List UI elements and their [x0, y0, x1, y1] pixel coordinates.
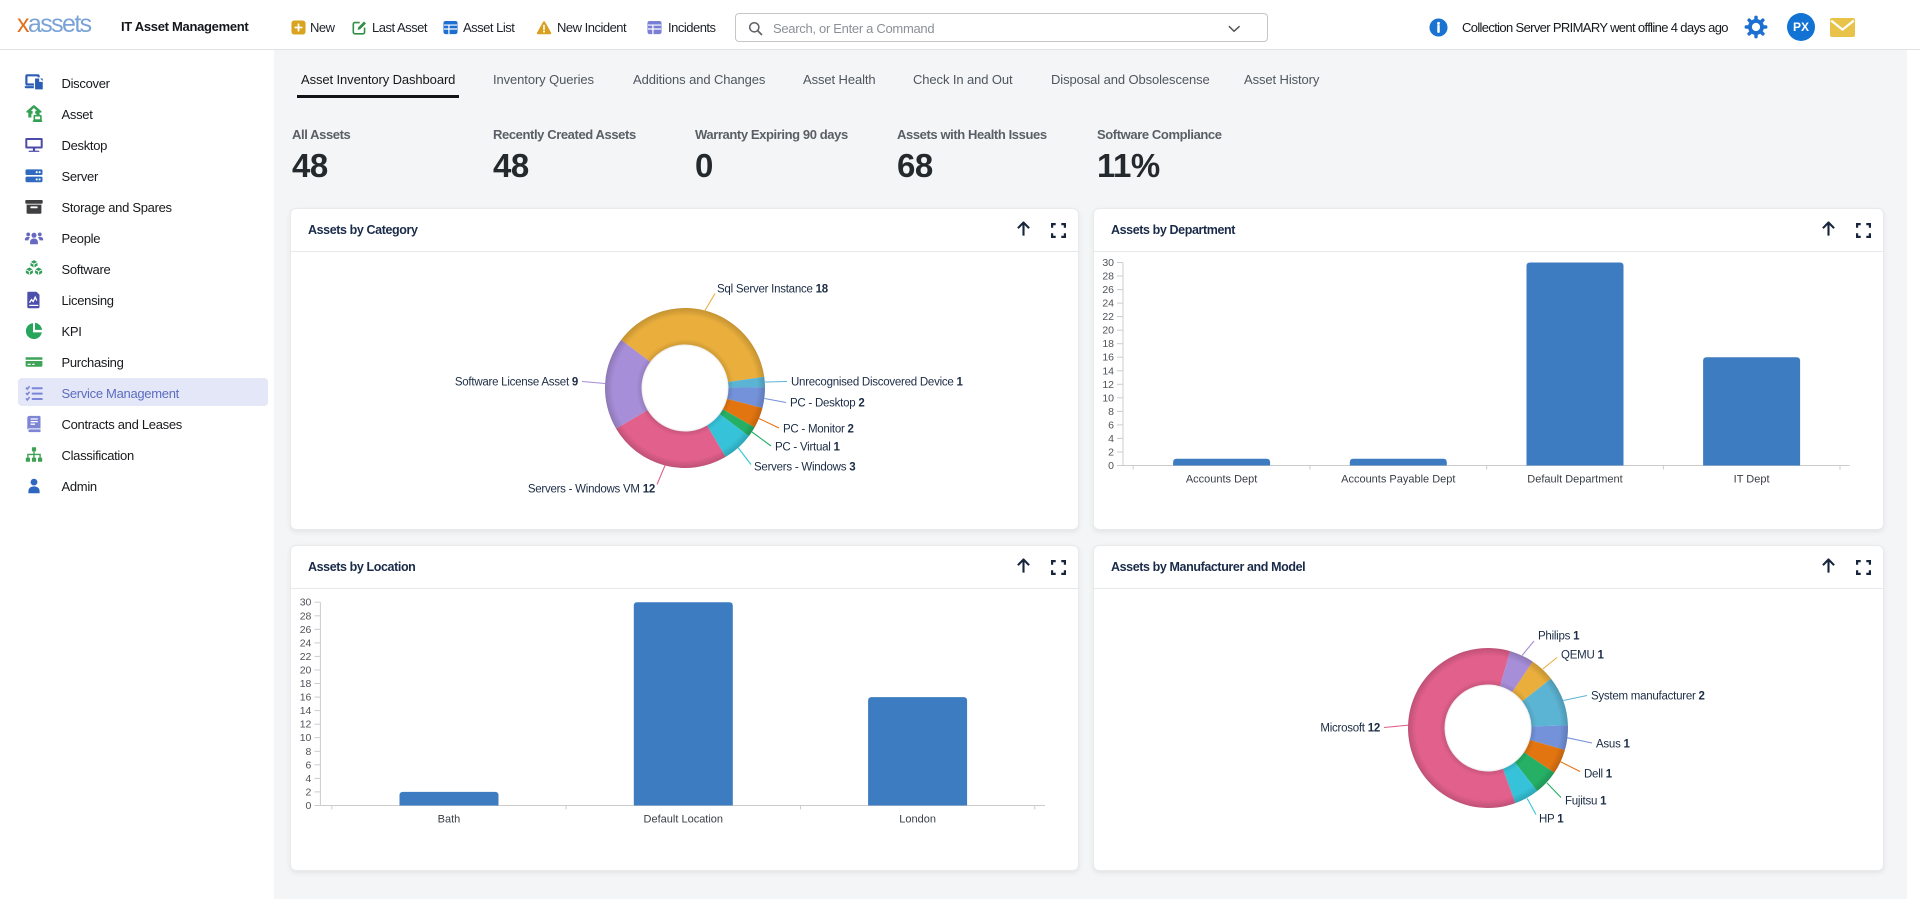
svg-text:20: 20: [300, 665, 312, 677]
svg-text:HP 1: HP 1: [1539, 814, 1564, 826]
svg-text:0: 0: [306, 800, 312, 812]
svg-text:Software License Asset 9: Software License Asset 9: [455, 377, 578, 389]
svg-text:16: 16: [300, 692, 312, 704]
svg-text:London: London: [899, 814, 936, 826]
svg-text:10: 10: [1102, 392, 1114, 404]
svg-text:0: 0: [1108, 460, 1114, 472]
svg-text:Servers - Windows VM 12: Servers - Windows VM 12: [528, 484, 655, 496]
svg-text:Unrecognised Discovered Device: Unrecognised Discovered Device 1: [791, 377, 963, 389]
svg-text:20: 20: [1102, 325, 1114, 337]
svg-text:18: 18: [300, 678, 312, 690]
svg-text:Philips 1: Philips 1: [1538, 631, 1580, 643]
svg-text:PC - Virtual 1: PC - Virtual 1: [775, 442, 841, 454]
svg-text:Fujitsu 1: Fujitsu 1: [1565, 796, 1607, 808]
svg-text:24: 24: [300, 637, 312, 649]
svg-text:Accounts Dept: Accounts Dept: [1186, 474, 1258, 486]
svg-text:Microsoft 12: Microsoft 12: [1320, 723, 1380, 735]
svg-text:Dell 1: Dell 1: [1584, 769, 1613, 781]
svg-text:6: 6: [1108, 419, 1114, 431]
svg-text:16: 16: [1102, 352, 1114, 364]
svg-text:18: 18: [1102, 338, 1114, 350]
svg-text:Default Location: Default Location: [644, 814, 724, 826]
svg-text:QEMU 1: QEMU 1: [1561, 650, 1604, 662]
svg-text:2: 2: [306, 786, 312, 798]
svg-text:24: 24: [1102, 298, 1114, 310]
svg-text:30: 30: [1102, 257, 1114, 269]
svg-text:28: 28: [1102, 271, 1114, 283]
svg-text:22: 22: [300, 651, 312, 663]
svg-text:14: 14: [1102, 365, 1114, 377]
svg-text:System manufacturer 2: System manufacturer 2: [1591, 691, 1705, 703]
svg-text:26: 26: [1102, 284, 1114, 296]
svg-text:12: 12: [300, 719, 312, 731]
svg-text:Servers - Windows 3: Servers - Windows 3: [754, 462, 855, 474]
svg-text:4: 4: [1108, 433, 1114, 445]
svg-text:30: 30: [300, 597, 312, 609]
svg-text:6: 6: [306, 759, 312, 771]
svg-text:Default Department: Default Department: [1527, 474, 1622, 486]
svg-text:2: 2: [1108, 447, 1114, 459]
svg-text:26: 26: [300, 624, 312, 636]
svg-text:Asus 1: Asus 1: [1596, 739, 1631, 751]
svg-text:22: 22: [1102, 311, 1114, 323]
svg-text:14: 14: [300, 705, 312, 717]
svg-text:8: 8: [1108, 406, 1114, 418]
svg-text:Bath: Bath: [438, 814, 461, 826]
svg-text:Sql Server Instance 18: Sql Server Instance 18: [717, 284, 829, 296]
svg-text:IT Dept: IT Dept: [1734, 474, 1770, 486]
svg-text:Accounts Payable Dept: Accounts Payable Dept: [1341, 474, 1455, 486]
svg-text:28: 28: [300, 610, 312, 622]
svg-text:PC - Desktop 2: PC - Desktop 2: [790, 398, 864, 410]
svg-text:4: 4: [306, 773, 312, 785]
svg-text:8: 8: [306, 746, 312, 758]
svg-text:10: 10: [300, 732, 312, 744]
svg-text:12: 12: [1102, 379, 1114, 391]
svg-text:PC - Monitor 2: PC - Monitor 2: [783, 424, 854, 436]
